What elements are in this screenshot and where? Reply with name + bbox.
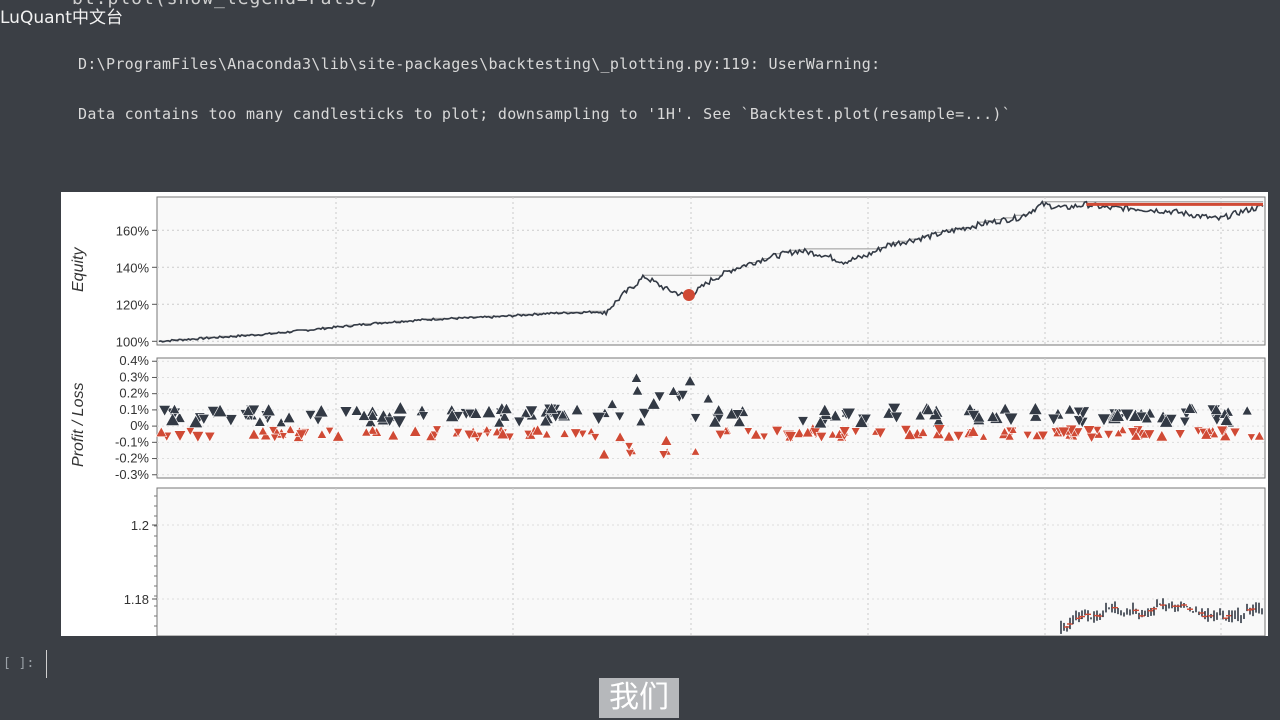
profit-loss-tick-label: 0% bbox=[130, 418, 149, 433]
equity-panel: Equity 100% 120% 140% 160% bbox=[70, 196, 1266, 349]
profit-loss-axis-label: Profit / Loss bbox=[70, 383, 87, 467]
cell-prompt: [ ]: bbox=[3, 656, 35, 671]
profit-loss-tick-label: 0.4% bbox=[119, 353, 149, 368]
warning-path-line: D:\ProgramFiles\Anaconda3\lib\site-packa… bbox=[78, 55, 881, 73]
profit-loss-tick-label: -0.3% bbox=[115, 467, 149, 482]
code-line-clipped: bt.plot(show_legend=False) bbox=[72, 0, 380, 9]
price-panel: 1.2 1.18 bbox=[124, 487, 1266, 636]
profit-loss-tick-label: -0.2% bbox=[115, 451, 149, 466]
profit-loss-panel: Profit / Loss 0.4%0.3% 0.2%0.1%0%-0.1% -0.… bbox=[70, 353, 1266, 482]
profit-loss-tick-label: 0.1% bbox=[119, 402, 149, 417]
equity-tick-label: 100% bbox=[116, 334, 150, 349]
equity-tick-label: 120% bbox=[116, 297, 150, 312]
plot-svg: Equity 100% 120% 140% 160% Profit / Loss 0.… bbox=[70, 196, 1266, 636]
profit-loss-tick-label: 0.3% bbox=[119, 369, 149, 384]
equity-tick-label: 160% bbox=[116, 223, 150, 238]
price-tick-label: 1.18 bbox=[124, 592, 149, 607]
backtest-plot-output: Equity 100% 120% 140% 160% Profit / Loss 0.… bbox=[61, 192, 1268, 636]
equity-tick-label: 140% bbox=[116, 260, 150, 275]
video-subtitle: 我们 bbox=[599, 678, 679, 718]
price-tick-label: 1.2 bbox=[131, 518, 149, 533]
input-cell-cursor[interactable] bbox=[46, 650, 47, 678]
equity-axis-label: Equity bbox=[70, 247, 87, 292]
warning-message-line: Data contains too many candlesticks to p… bbox=[78, 105, 1012, 123]
profit-loss-tick-label: -0.1% bbox=[115, 434, 149, 449]
profit-loss-tick-label: 0.2% bbox=[119, 386, 149, 401]
max-drawdown-marker bbox=[682, 289, 695, 302]
